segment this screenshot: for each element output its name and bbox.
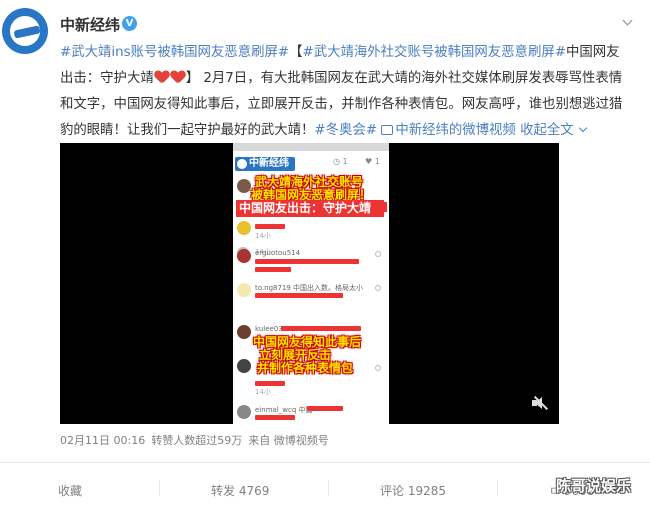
commenter-avatar [237,179,251,193]
video-caption: 中国网友出击：守护大靖 [239,201,372,215]
verified-badge-icon: V [122,16,137,31]
video-frame: 中新经纬 ◷ 1 ♥ 1 武大靖海外社交账号 被韩国网友恶意刷屏！ 中国网友出击… [233,143,389,424]
repost-count-text: 转赞人数超过59万 [151,434,243,447]
emoji-bar [255,259,359,264]
author-avatar[interactable] [2,8,48,54]
like-icon[interactable] [375,251,381,257]
collapse-text-link[interactable]: 收起全文 [520,123,574,138]
like-icon[interactable] [375,365,381,371]
commenter-avatar [237,359,251,373]
post-text-segment: 出击：守护大靖 [60,71,154,86]
video-icon [381,125,394,135]
emoji-bar [255,415,295,420]
bracket-open: 【 [289,45,303,60]
commenter-name: to.ng8719 中国出入数。格局太小 [255,284,364,292]
emoji-bar [255,267,291,272]
commenter-avatar [237,325,251,339]
post-meta: 02月11日 00:16 转赞人数超过59万 来自 微博视频号 [60,432,335,448]
comment-time: 14小 [255,232,271,240]
topic-tag-link[interactable]: #武大靖海外社交账号被韩国网友恶意刷屏# [302,45,565,60]
chevron-up-icon[interactable] [578,123,587,133]
commenter-avatar [237,249,251,263]
mute-icon[interactable] [532,395,549,411]
topic-tag-link[interactable]: #武大靖ins账号被韩国网友恶意刷屏# [60,45,289,60]
post-text-segment: 中国网友 [565,45,620,60]
emoji-bar [307,406,343,411]
weibo-post-card: 中新经纬 V #武大靖ins账号被韩国网友恶意刷屏#【#武大靖海外社交账号被韩国… [0,0,650,505]
favorite-button[interactable]: 收藏 [58,482,82,499]
comment-time: 14小 [255,388,271,396]
watermark: 陈哥说娱乐 [556,477,632,495]
commenter-avatar [237,221,251,235]
video-stat: ♥ 1 [365,157,380,166]
post-date[interactable]: 02月11日 00:16 [60,434,145,447]
commenter-name: erguotou514 [255,249,301,257]
author-name[interactable]: 中新经纬 [60,14,120,35]
emoji-bar [255,381,285,386]
emoji-bar [255,293,343,298]
video-stat: ◷ 1 [333,157,348,166]
post-text-segment: 】 2月7日，有大批韩国网友在武大靖的海外社交媒体刷屏发表辱骂性表情 [185,71,623,86]
post-text-segment: 和文字，中国网友得知此事后，立即展开反击，并制作各种表情包。网友高呼，谁也别想逃… [60,97,623,112]
video-caption: 并制作各种表情包 [257,361,354,375]
emoji-bar [281,326,361,331]
video-caption-red: 中国网友出击：守护大靖 [236,200,388,217]
video-source-link[interactable]: 中新经纬的微博视频 [395,123,516,138]
post-menu-chevron-icon[interactable] [621,14,635,28]
post-text: #武大靖ins账号被韩国网友恶意刷屏#【#武大靖海外社交账号被韩国网友恶意刷屏#… [60,40,646,144]
commenter-avatar [237,283,251,297]
video-logo: 中新经纬 [235,157,295,171]
emoji-bar [255,224,285,229]
action-bar-divider [0,462,650,463]
heart-icon [375,202,388,212]
phone-status-bar [233,143,389,151]
heart-icon [155,71,169,84]
topic-tag-link[interactable]: #冬奥会# [314,123,377,138]
commenter-name: einmal_wcq 中国 [255,406,313,414]
post-text-segment: 豹的眼睛！让我们一起守护最好的武大靖！ [60,123,315,138]
commenter-avatar [237,405,251,419]
heart-icon [171,71,185,84]
like-icon[interactable] [375,285,381,291]
post-source[interactable]: 来自 微博视频号 [248,434,329,447]
comment-button[interactable]: 评论 19285 [328,480,446,499]
repost-button[interactable]: 转发 4769 [158,480,269,499]
